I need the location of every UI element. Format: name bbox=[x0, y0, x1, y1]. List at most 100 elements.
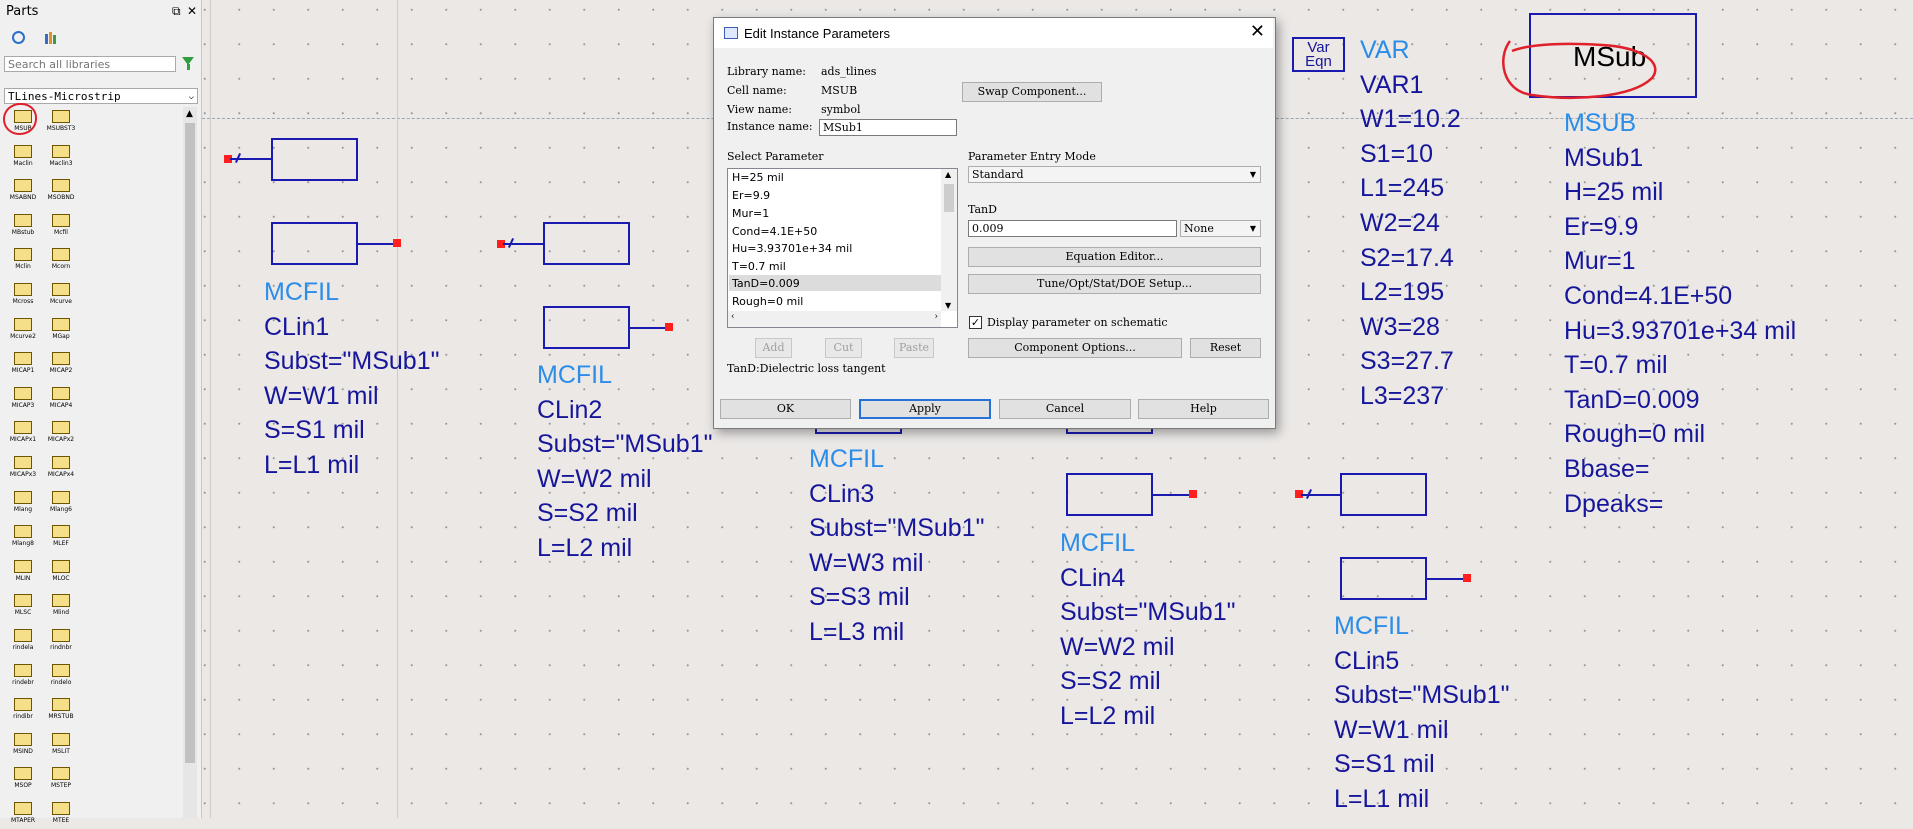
clin1-label[interactable]: MCFIL CLin1 Subst="MSub1" W=W1 mil S=S1 … bbox=[264, 275, 440, 483]
mcfil-line-top[interactable] bbox=[543, 222, 630, 265]
palette-item-mcurve2[interactable]: Mcurve2 bbox=[8, 315, 38, 345]
palette-item-micap3[interactable]: MICAP3 bbox=[8, 384, 38, 414]
mcfil-line-top[interactable] bbox=[271, 138, 358, 181]
scroll-right-icon[interactable]: › bbox=[934, 312, 938, 322]
palette-item-mlin[interactable]: MLIN bbox=[8, 557, 38, 587]
palette-item-mtee[interactable]: MTEE bbox=[46, 799, 76, 829]
palette-item-rindelo[interactable]: rindelo bbox=[46, 661, 76, 691]
cut-button[interactable]: Cut bbox=[825, 338, 862, 358]
mcfil-line-bottom[interactable] bbox=[271, 222, 358, 265]
var-label[interactable]: VAR VAR1 W1=10.2 S1=10 L1=245 W2=24 S2=17.4 L… bbox=[1360, 33, 1461, 414]
parameter-item[interactable]: Hu=3.93701e+34 mil bbox=[732, 242, 852, 255]
help-button[interactable]: Help bbox=[1138, 399, 1269, 419]
add-button[interactable]: Add bbox=[755, 338, 792, 358]
equation-editor-button[interactable]: Equation Editor... bbox=[968, 247, 1261, 267]
palette-item-mlang8[interactable]: Mlang8 bbox=[8, 522, 38, 552]
palette-item-mloc[interactable]: MLOC bbox=[46, 557, 76, 587]
scroll-left-icon[interactable]: ‹ bbox=[731, 312, 735, 322]
palette-item-micapx4[interactable]: MICAPx4 bbox=[46, 453, 76, 483]
port-pin[interactable] bbox=[1463, 574, 1471, 582]
palette-item-mclin[interactable]: Mclin bbox=[8, 245, 38, 275]
parameter-list[interactable]: H=25 mil Er=9.9 Mur=1 Cond=4.1E+50 Hu=3.… bbox=[727, 168, 958, 328]
palette-item-rindebr[interactable]: rindebr bbox=[8, 661, 38, 691]
port-pin[interactable] bbox=[1189, 490, 1197, 498]
palette-item-msabnd[interactable]: MSABND bbox=[8, 176, 38, 206]
parameter-item-selected[interactable]: TanD=0.009 bbox=[732, 277, 800, 290]
scroll-up-icon[interactable]: ▲ bbox=[186, 109, 193, 119]
palette-item-mstep[interactable]: MSTEP bbox=[46, 764, 76, 794]
library-select[interactable]: TLines-Microstrip ⌵ bbox=[4, 88, 198, 104]
unit-select[interactable]: None ▼ bbox=[1180, 220, 1261, 237]
close-panel-button[interactable]: ✕ bbox=[187, 4, 197, 18]
palette-item-mlang[interactable]: Mlang bbox=[8, 488, 38, 518]
swap-component-button[interactable]: Swap Component... bbox=[962, 82, 1102, 102]
palette-item-micapx2[interactable]: MICAPx2 bbox=[46, 418, 76, 448]
reset-button[interactable]: Reset bbox=[1190, 338, 1261, 358]
parameter-item[interactable]: Mur=1 bbox=[732, 207, 769, 220]
clin5-label[interactable]: MCFIL CLin5 Subst="MSub1" W=W1 mil S=S1 … bbox=[1334, 609, 1510, 817]
parameter-item[interactable]: Cond=4.1E+50 bbox=[732, 225, 817, 238]
parameter-item[interactable]: Rough=0 mil bbox=[732, 295, 803, 308]
palette-item-msind[interactable]: MSIND bbox=[8, 730, 38, 760]
palette-item-mlef[interactable]: MLEF bbox=[46, 522, 76, 552]
parameter-item[interactable]: T=0.7 mil bbox=[732, 260, 786, 273]
entry-mode-select[interactable]: Standard ▼ bbox=[968, 166, 1261, 183]
port-pin[interactable] bbox=[393, 239, 401, 247]
palette-item-mslit[interactable]: MSLIT bbox=[46, 730, 76, 760]
scroll-down-icon[interactable]: ▼ bbox=[945, 301, 951, 310]
palette-item-mlang6[interactable]: Mlang6 bbox=[46, 488, 76, 518]
palette-item-mtaper[interactable]: MTAPER bbox=[8, 799, 38, 829]
palette-item-maclin[interactable]: Maclin bbox=[8, 142, 38, 172]
palette-item-mrstub[interactable]: MRSTUB bbox=[46, 695, 76, 725]
port-pin[interactable] bbox=[665, 323, 673, 331]
float-panel-button[interactable]: ⧉ bbox=[172, 4, 181, 19]
palette-item-mcorn[interactable]: Mcorn bbox=[46, 245, 76, 275]
palette-item-maclin3[interactable]: Maclin3 bbox=[46, 142, 76, 172]
palette-item-rindnbr[interactable]: rindnbr bbox=[46, 626, 76, 656]
palette-item-mbstub[interactable]: MBstub bbox=[8, 211, 38, 241]
instance-name-field[interactable]: MSub1 bbox=[819, 119, 957, 136]
scrollbar-thumb[interactable] bbox=[185, 123, 195, 763]
msub-label[interactable]: MSUB MSub1 H=25 mil Er=9.9 Mur=1 Cond=4.1E+… bbox=[1564, 106, 1796, 521]
clin3-label[interactable]: MCFIL CLin3 Subst="MSub1" W=W3 mil S=S3 … bbox=[809, 442, 985, 650]
library-icon[interactable] bbox=[44, 31, 58, 44]
palette-item-micapx1[interactable]: MICAPx1 bbox=[8, 418, 38, 448]
search-libraries-input[interactable] bbox=[4, 56, 176, 72]
paste-button[interactable]: Paste bbox=[894, 338, 934, 358]
palette-item-msop[interactable]: MSOP bbox=[8, 764, 38, 794]
scrollbar-thumb[interactable] bbox=[944, 184, 954, 212]
tune-opt-setup-button[interactable]: Tune/Opt/Stat/DOE Setup... bbox=[968, 274, 1261, 294]
palette-item-mgap[interactable]: MGap bbox=[46, 315, 76, 345]
palette-item-mlind[interactable]: Mlind bbox=[46, 591, 76, 621]
ok-button[interactable]: OK bbox=[720, 399, 851, 419]
close-icon[interactable]: ✕ bbox=[1250, 21, 1265, 42]
palette-scrollbar[interactable]: ▲ bbox=[183, 107, 197, 818]
mcfil-line-bottom[interactable] bbox=[1066, 473, 1153, 516]
palette-item-msobnd[interactable]: MSOBND bbox=[46, 176, 76, 206]
palette-item-mcross[interactable]: Mcross bbox=[8, 280, 38, 310]
palette-item-mcfil[interactable]: Mcfil bbox=[46, 211, 76, 241]
dialog-titlebar[interactable]: Edit Instance Parameters ✕ bbox=[714, 18, 1273, 48]
palette-item-micap4[interactable]: MICAP4 bbox=[46, 384, 76, 414]
apply-button[interactable]: Apply bbox=[859, 399, 991, 419]
history-icon[interactable] bbox=[12, 31, 25, 44]
mcfil-line-top[interactable] bbox=[1340, 473, 1427, 516]
palette-item-rindela[interactable]: rindela bbox=[8, 626, 38, 656]
parameter-list-hscrollbar[interactable]: ‹ › bbox=[728, 311, 941, 327]
clin4-label[interactable]: MCFIL CLin4 Subst="MSub1" W=W2 mil S=S2 … bbox=[1060, 526, 1236, 734]
palette-item-micap2[interactable]: MICAP2 bbox=[46, 349, 76, 379]
parameter-value-field[interactable]: 0.009 bbox=[968, 220, 1177, 237]
scroll-up-icon[interactable]: ▲ bbox=[945, 170, 951, 179]
component-options-button[interactable]: Component Options... bbox=[968, 338, 1182, 358]
var-eqn-symbol[interactable]: Var Eqn bbox=[1292, 37, 1345, 72]
mcfil-line-bottom[interactable] bbox=[543, 306, 630, 349]
palette-item-msubst3[interactable]: MSUBST3 bbox=[46, 107, 76, 137]
palette-item-mlsc[interactable]: MLSC bbox=[8, 591, 38, 621]
parameter-item[interactable]: H=25 mil bbox=[732, 171, 784, 184]
parameter-list-scrollbar[interactable]: ▲ ▼ bbox=[941, 169, 957, 311]
display-parameter-checkbox[interactable]: ✓ bbox=[969, 316, 982, 329]
palette-item-mcurve[interactable]: Mcurve bbox=[46, 280, 76, 310]
palette-item-micap1[interactable]: MICAP1 bbox=[8, 349, 38, 379]
parameter-item[interactable]: Er=9.9 bbox=[732, 189, 770, 202]
palette-item-micapx3[interactable]: MICAPx3 bbox=[8, 453, 38, 483]
